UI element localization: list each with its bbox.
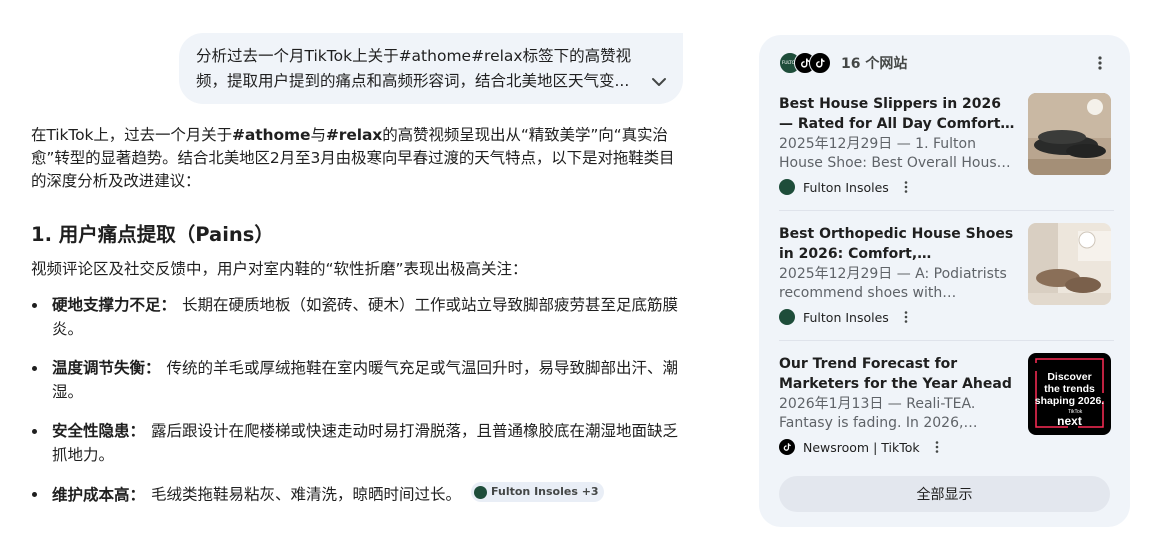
more-vert-icon[interactable] bbox=[901, 180, 911, 194]
intro-text: 在TikTok上，过去一个月关于 bbox=[31, 126, 232, 144]
pain-label: 硬地支撑力不足： bbox=[52, 296, 177, 314]
source-card[interactable]: Best Orthopedic House Shoes in 2026: Com… bbox=[779, 223, 1111, 328]
chevron-down-icon[interactable] bbox=[650, 75, 668, 89]
answer-intro: 在TikTok上，过去一个月关于#athome与#relax的高赞视频呈现出从“… bbox=[31, 124, 683, 193]
list-item: 安全性隐患： 露后跟设计在爬楼梯或快速走动时易打滑脱落，且普通橡胶底在潮湿地面缺乏… bbox=[31, 419, 683, 467]
user-message-bubble[interactable]: 分析过去一个月TikTok上关于#athome#relax标签下的高赞视频，提取… bbox=[179, 33, 683, 104]
source-site: Fulton Insoles bbox=[779, 308, 911, 326]
thumbnail-text: Discover the trends shaping 2026. TikTok… bbox=[1028, 353, 1111, 435]
source-site: Newsroom | TikTok bbox=[779, 438, 942, 456]
pain-label: 维护成本高： bbox=[52, 485, 146, 504]
sources-count: 16 个网站 bbox=[841, 56, 908, 72]
source-snippet: 2026年1月13日 — Reali-TEA. Fantasy is fadin… bbox=[779, 396, 976, 431]
sources-panel: FULTON 16 个网站 Best House Slippers in 202… bbox=[759, 35, 1130, 527]
source-snippet: 2025年12月29日 — 1. Fulton House Shoe: Best… bbox=[779, 136, 1006, 171]
pain-list: 硬地支撑力不足： 长期在硬质地板（如瓷砖、硬木）工作或站立导致脚部疲劳甚至足底筋膜… bbox=[31, 293, 683, 507]
more-vert-icon[interactable] bbox=[901, 310, 911, 324]
thumbnail-line: shaping 2026. bbox=[1034, 395, 1105, 407]
source-logos: FULTON bbox=[779, 52, 831, 74]
divider bbox=[779, 210, 1114, 211]
house-shoe-thumbnail[interactable] bbox=[1028, 223, 1111, 305]
divider bbox=[779, 340, 1114, 341]
source-card[interactable]: Our Trend Forecast for Marketers for the… bbox=[779, 353, 1111, 458]
source-site-name: Newsroom | TikTok bbox=[803, 439, 920, 455]
source-title[interactable]: Best House Slippers in 2026 — Rated for … bbox=[779, 94, 1015, 134]
user-message-text: 分析过去一个月TikTok上关于#athome#relax标签下的高赞视频，提取… bbox=[196, 47, 632, 90]
source-snippet: 2025年12月29日 — A: Podiatrists recommend s… bbox=[779, 266, 1007, 301]
pain-label: 温度调节失衡： bbox=[52, 359, 161, 377]
thumbnail-line: the trends bbox=[1044, 383, 1095, 395]
section-lead: 视频评论区及社交反馈中，用户对室内鞋的“软性折磨”表现出极高关注： bbox=[31, 260, 528, 278]
tiktok-logo-icon bbox=[809, 52, 831, 74]
slipper-thumbnail[interactable] bbox=[1028, 93, 1111, 175]
source-chip[interactable]: Fulton Insoles +3 bbox=[471, 482, 604, 502]
fulton-logo-icon bbox=[474, 485, 488, 499]
source-title[interactable]: Best Orthopedic House Shoes in 2026: Com… bbox=[779, 224, 1015, 264]
more-vert-icon[interactable] bbox=[1092, 55, 1108, 71]
intro-text: 与 bbox=[310, 126, 326, 144]
source-chip-label: Fulton Insoles +3 bbox=[491, 485, 599, 498]
show-all-button[interactable]: 全部显示 bbox=[779, 476, 1110, 512]
thumbnail-brand-big: next bbox=[1057, 414, 1082, 428]
pain-label: 安全性隐患： bbox=[52, 422, 146, 440]
source-title[interactable]: Our Trend Forecast for Marketers for the… bbox=[779, 354, 1015, 394]
section-heading: 1. 用户痛点提取（Pains） bbox=[31, 223, 274, 246]
tiktok-logo-icon bbox=[779, 439, 795, 455]
source-site: Fulton Insoles bbox=[779, 178, 911, 196]
sources-header[interactable]: FULTON 16 个网站 bbox=[779, 52, 907, 74]
hashtag-athome: #athome bbox=[231, 126, 311, 144]
fulton-logo-icon bbox=[779, 309, 795, 325]
source-site-name: Fulton Insoles bbox=[803, 309, 889, 325]
list-item: 硬地支撑力不足： 长期在硬质地板（如瓷砖、硬木）工作或站立导致脚部疲劳甚至足底筋膜… bbox=[31, 293, 683, 341]
page: 分析过去一个月TikTok上关于#athome#relax标签下的高赞视频，提取… bbox=[0, 0, 1155, 533]
more-vert-icon[interactable] bbox=[932, 440, 942, 454]
thumbnail-line: Discover bbox=[1047, 371, 1092, 383]
chat-column: 分析过去一个月TikTok上关于#athome#relax标签下的高赞视频，提取… bbox=[31, 0, 683, 533]
thumbnail-headline: Discover the trends shaping 2026. bbox=[1028, 371, 1111, 407]
list-item: 温度调节失衡： 传统的羊毛或厚绒拖鞋在室内暖气充足或气温回升时，易导致脚部出汗、潮… bbox=[31, 356, 683, 404]
model-answer: 在TikTok上，过去一个月关于#athome与#relax的高赞视频呈现出从“… bbox=[31, 124, 683, 522]
fulton-logo-icon bbox=[779, 179, 795, 195]
hashtag-relax: #relax bbox=[325, 126, 383, 144]
list-item: 维护成本高： 毛绒类拖鞋易粘灰、难清洗，晾晒时间过长。 Fulton Insoles… bbox=[31, 482, 683, 507]
pain-text: 毛绒类拖鞋易粘灰、难清洗，晾晒时间过长。 bbox=[151, 485, 462, 504]
source-site-name: Fulton Insoles bbox=[803, 179, 889, 195]
pain-text: 露后跟设计在爬楼梯或快速走动时易打滑脱落，且普通橡胶底在潮湿地面缺乏抓地力。 bbox=[52, 422, 679, 464]
tiktok-next-thumbnail[interactable]: Discover the trends shaping 2026. TikTok… bbox=[1028, 353, 1111, 435]
source-card[interactable]: Best House Slippers in 2026 — Rated for … bbox=[779, 93, 1111, 198]
